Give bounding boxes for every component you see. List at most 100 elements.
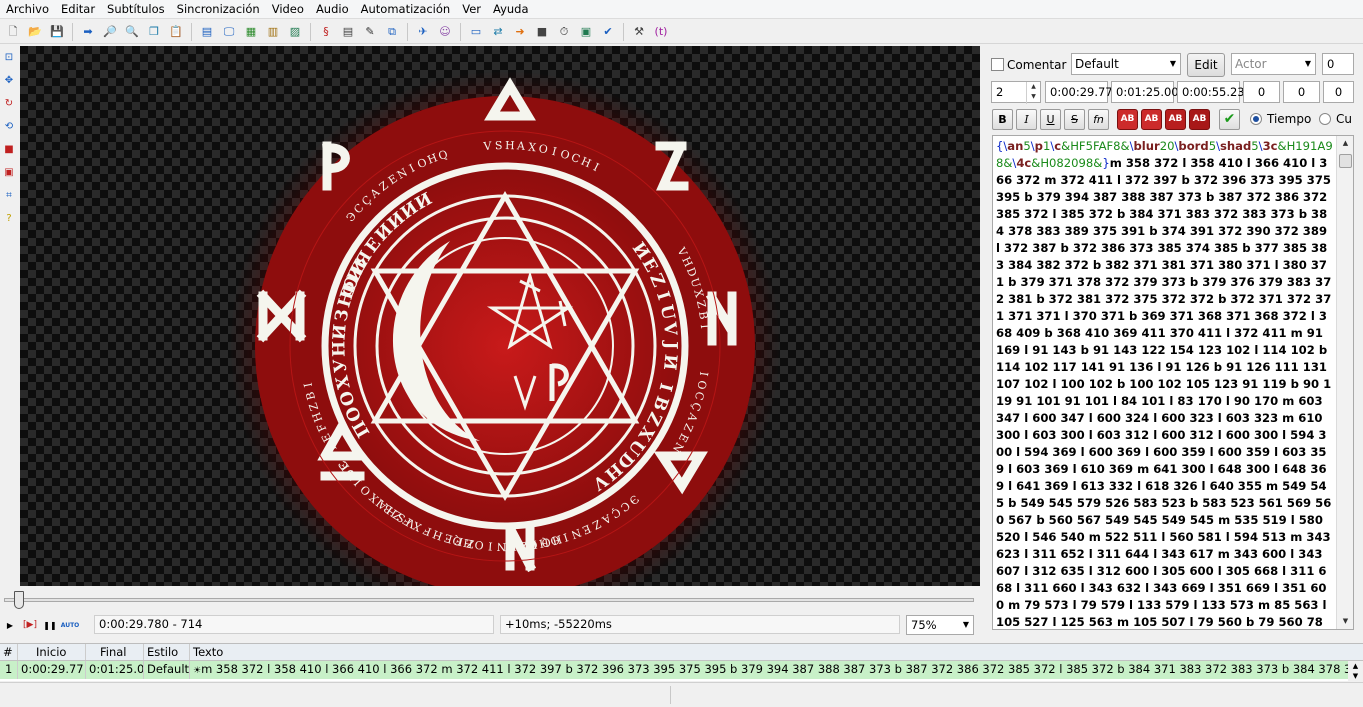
scroll-down-icon[interactable]: ▼ — [1339, 615, 1352, 628]
video-details-icon[interactable]: ▭ — [466, 22, 486, 42]
seek-track[interactable] — [4, 598, 974, 602]
svg-text:J: J — [660, 339, 680, 349]
pause-icon[interactable]: ❚❚ — [40, 615, 60, 635]
bold-button[interactable]: B — [992, 109, 1013, 130]
editor-scrollbar[interactable]: ▲ ▼ — [1336, 136, 1353, 629]
clip-rect-icon[interactable]: ▣ — [1, 164, 17, 180]
style-select[interactable]: Default ▼ — [1071, 53, 1181, 75]
video-seek-bar[interactable] — [0, 588, 980, 612]
secondary-color-button[interactable]: AB — [1141, 109, 1162, 130]
menu-sincronizacion[interactable]: Sincronización — [171, 0, 266, 19]
clock-icon[interactable]: ⏱ — [554, 22, 574, 42]
play-icon[interactable]: ▶ — [0, 615, 20, 635]
margin-left-field[interactable]: 0 — [1243, 81, 1280, 103]
primary-color-button[interactable]: AB — [1117, 109, 1138, 130]
frame-mode-label: Cu — [1336, 112, 1352, 126]
row-end: 0:01:25.00 — [86, 661, 144, 679]
subtitle-text[interactable]: {\an5\p1\c&HF5FAF8&\blur20\bord5\shad5\3… — [996, 138, 1334, 629]
menu-audio[interactable]: Audio — [310, 0, 355, 19]
outline-color-button[interactable]: AB — [1165, 109, 1186, 130]
row-text-value: m 358 372 l 358 410 l 366 410 l 366 372 … — [201, 662, 1348, 676]
strikeout-button[interactable]: S — [1064, 109, 1085, 130]
find-icon[interactable]: 🔎 — [100, 22, 120, 42]
properties-icon[interactable]: ▤ — [197, 22, 217, 42]
copy-icon[interactable]: ❐ — [144, 22, 164, 42]
replace-icon[interactable]: 🔍 — [122, 22, 142, 42]
rotate-z-icon[interactable]: ↻ — [1, 95, 17, 111]
save-icon[interactable]: 💾 — [47, 22, 67, 42]
actor-select[interactable]: Actor ▼ — [1231, 53, 1316, 75]
auto-scroll-icon[interactable]: AUTO — [60, 615, 80, 635]
subtitle-grid: # Inicio Final Estilo Texto 1 0:00:29.77… — [0, 643, 1363, 681]
duration-field[interactable]: 0:00:55.23 — [1177, 81, 1245, 103]
help-character-icon[interactable]: ☺ — [435, 22, 455, 42]
edit-style-button[interactable]: Edit — [1187, 53, 1225, 77]
styles-manager-icon[interactable]: 🖵 — [219, 22, 239, 42]
resample-icon[interactable]: ▨ — [285, 22, 305, 42]
video-zoom-select[interactable]: 75% ▼ — [906, 615, 974, 635]
kanji-timer-icon[interactable]: ▣ — [576, 22, 596, 42]
open-folder-icon[interactable]: 📂 — [25, 22, 45, 42]
attachments-icon[interactable]: ▦ — [241, 22, 261, 42]
col-start[interactable]: Inicio — [18, 644, 86, 660]
options-tools-icon[interactable]: ⚒ — [629, 22, 649, 42]
seek-thumb[interactable] — [14, 591, 24, 609]
grid-scrollbar[interactable]: ▲ ▼ — [1348, 661, 1363, 681]
tag-icon[interactable]: ✎ — [360, 22, 380, 42]
standard-mode-icon[interactable]: ⊡ — [1, 49, 17, 65]
frame-mode-radio[interactable] — [1319, 113, 1331, 125]
rotate-xy-icon[interactable]: ⟲ — [1, 118, 17, 134]
scroll-thumb[interactable] — [1339, 154, 1352, 168]
margin-right-field[interactable]: 0 — [1283, 81, 1320, 103]
col-text[interactable]: Texto — [190, 644, 1363, 660]
menu-video[interactable]: Video — [266, 0, 310, 19]
underline-button[interactable]: U — [1040, 109, 1061, 130]
video-position-field[interactable]: 0:00:29.780 - 714 — [94, 615, 494, 634]
menu-archivo[interactable]: Archivo — [0, 0, 55, 19]
commit-icon[interactable]: ✔ — [1219, 109, 1240, 130]
paste-icon[interactable]: 📋 — [166, 22, 186, 42]
clip-vector-icon[interactable]: ⌗ — [1, 187, 17, 203]
comment-checkbox[interactable] — [991, 58, 1004, 71]
scroll-up-icon[interactable]: ▲ — [1339, 137, 1352, 150]
jump-to-icon[interactable]: ➡ — [78, 22, 98, 42]
col-number[interactable]: # — [0, 644, 18, 660]
drag-position-icon[interactable]: ✥ — [1, 72, 17, 88]
video-display[interactable]: ЭCÇAZENIOHQVSHAXOIOCHIVHDUXZBIIOCÇAZENЭC… — [20, 46, 980, 586]
menu-subtitulos[interactable]: Subtítulos — [101, 0, 171, 19]
new-file-icon[interactable]: 🗋 — [3, 22, 23, 42]
style-value: Default — [1075, 57, 1119, 71]
shift-times-icon[interactable]: ⇄ — [488, 22, 508, 42]
end-time-field[interactable]: 0:01:25.00 — [1111, 81, 1179, 103]
spell-check-icon[interactable]: § — [316, 22, 336, 42]
translation-icon[interactable]: ▤ — [338, 22, 358, 42]
table-row[interactable]: 1 0:00:29.77 0:01:25.00 Default ☀m 358 3… — [0, 661, 1348, 679]
effect-field[interactable]: 0 — [1322, 53, 1354, 75]
row-number: 1 — [0, 661, 18, 679]
time-mode-radio[interactable] — [1250, 113, 1262, 125]
layer-spinner[interactable]: ▲ ▼ — [1026, 82, 1040, 104]
italic-button[interactable]: I — [1016, 109, 1037, 130]
compare-icon[interactable]: ⧉ — [382, 22, 402, 42]
menu-editar[interactable]: Editar — [55, 0, 101, 19]
play-line-icon[interactable]: [▶] — [20, 615, 40, 635]
menu-ver[interactable]: Ver — [456, 0, 487, 19]
col-style[interactable]: Estilo — [144, 644, 190, 660]
scale-icon[interactable]: ■ — [1, 141, 17, 157]
shadow-color-button[interactable]: AB — [1189, 109, 1210, 130]
validate-icon[interactable]: ✔ — [598, 22, 618, 42]
stop-icon[interactable]: ■ — [532, 22, 552, 42]
automation-icon[interactable]: ✈ — [413, 22, 433, 42]
font-button[interactable]: fn — [1088, 109, 1109, 130]
fonts-collector-icon[interactable]: ▥ — [263, 22, 283, 42]
margin-vertical-field[interactable]: 0 — [1323, 81, 1354, 103]
menu-automatizacion[interactable]: Automatización — [355, 0, 457, 19]
subtitle-text-editor[interactable]: {\an5\p1\c&HF5FAF8&\blur20\bord5\shad5\3… — [992, 135, 1354, 630]
help-icon[interactable]: ? — [1, 210, 17, 226]
col-end[interactable]: Final — [86, 644, 144, 660]
automation-script-icon[interactable]: (t) — [651, 22, 671, 42]
start-time-field[interactable]: 0:00:29.77 — [1045, 81, 1113, 103]
menu-ayuda[interactable]: Ayuda — [487, 0, 535, 19]
timing-postprocessor-icon[interactable]: ➜ — [510, 22, 530, 42]
grid-header: # Inicio Final Estilo Texto — [0, 644, 1363, 661]
